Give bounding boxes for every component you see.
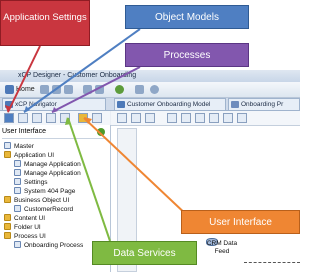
arrow-application-settings — [7, 45, 41, 113]
callout-application-settings: Application Settings — [0, 0, 90, 46]
arrowhead — [24, 106, 30, 113]
callout-processes: Processes — [125, 43, 249, 67]
callout-user-interface: User Interface — [181, 210, 300, 234]
arrow-processes — [51, 66, 141, 113]
callout-data-services: Data Services — [92, 241, 197, 265]
callout-object-models: Object Models — [125, 5, 249, 29]
arrow-user-interface — [83, 117, 191, 219]
